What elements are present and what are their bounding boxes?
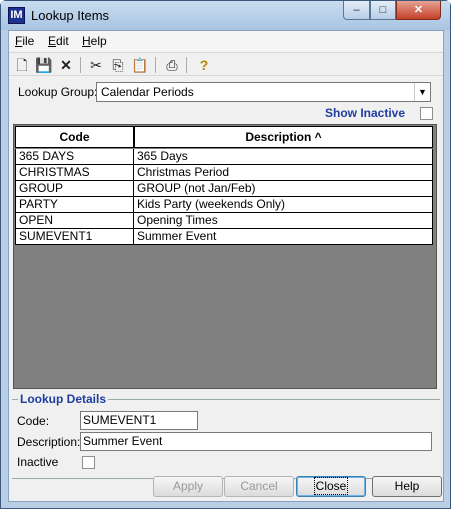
- save-icon[interactable]: 💾: [35, 56, 53, 74]
- description-cell: Opening Times: [134, 213, 433, 229]
- lookup-group-label: Lookup Group:: [18, 85, 98, 99]
- maximize-button[interactable]: □: [370, 1, 396, 20]
- table-row[interactable]: GROUP GROUP (not Jan/Feb): [15, 181, 434, 197]
- code-cell: GROUP: [15, 181, 134, 197]
- help-button[interactable]: Help: [372, 476, 442, 497]
- code-label: Code:: [17, 414, 50, 428]
- table-row[interactable]: PARTY Kids Party (weekends Only): [15, 197, 434, 213]
- code-cell: PARTY: [15, 197, 134, 213]
- table-row[interactable]: OPEN Opening Times: [15, 213, 434, 229]
- code-cell: 365 DAYS: [15, 149, 134, 165]
- minimize-button[interactable]: –: [343, 1, 370, 20]
- code-cell: CHRISTMAS: [15, 165, 134, 181]
- description-field[interactable]: Summer Event: [80, 432, 432, 451]
- paste-icon[interactable]: 📋: [131, 56, 149, 74]
- code-cell: SUMEVENT1: [15, 229, 134, 245]
- menu-file[interactable]: File: [15, 34, 34, 48]
- window-title: Lookup Items: [31, 8, 110, 23]
- code-field[interactable]: SUMEVENT1: [80, 411, 198, 430]
- lookup-group-value: Calendar Periods: [101, 85, 194, 99]
- cancel-button[interactable]: Cancel: [224, 476, 294, 497]
- toolbar-separator: [186, 57, 187, 73]
- chevron-down-icon[interactable]: ▼: [414, 83, 430, 101]
- table-row[interactable]: CHRISTMAS Christmas Period: [15, 165, 434, 181]
- menu-bar: File Edit Help: [9, 31, 443, 51]
- copy-icon[interactable]: ⎘: [109, 56, 127, 74]
- lookup-details-title: Lookup Details: [18, 392, 109, 406]
- close-window-button[interactable]: ✕: [396, 1, 441, 20]
- toolbar-separator: [80, 57, 81, 73]
- table-row[interactable]: 365 DAYS 365 Days: [15, 149, 434, 165]
- toolbar: 🗋 💾 ✕ ✂ ⎘ 📋 ⎙ ?: [9, 52, 443, 76]
- client-area: File Edit Help 🗋 💾 ✕ ✂ ⎘ 📋 ⎙ ? Lookup Gr…: [8, 30, 444, 502]
- delete-icon[interactable]: ✕: [57, 56, 75, 74]
- show-inactive-checkbox[interactable]: [420, 107, 433, 120]
- description-cell: GROUP (not Jan/Feb): [134, 181, 433, 197]
- description-label: Description:: [17, 435, 81, 449]
- description-cell: Kids Party (weekends Only): [134, 197, 433, 213]
- description-cell: Christmas Period: [134, 165, 433, 181]
- inactive-label: Inactive: [17, 455, 59, 469]
- new-icon[interactable]: 🗋: [13, 56, 31, 74]
- inactive-checkbox[interactable]: [82, 456, 95, 469]
- table-row[interactable]: SUMEVENT1 Summer Event: [15, 229, 434, 245]
- app-window: IM Lookup Items – □ ✕ File Edit Help 🗋 💾…: [0, 0, 451, 509]
- column-header-description[interactable]: Description ^: [134, 126, 433, 148]
- menu-edit[interactable]: Edit: [48, 34, 69, 48]
- column-header-code[interactable]: Code: [15, 126, 134, 148]
- app-logo-icon: IM: [8, 7, 25, 24]
- print-icon[interactable]: ⎙: [163, 56, 181, 74]
- code-cell: OPEN: [15, 213, 134, 229]
- apply-button[interactable]: Apply: [153, 476, 223, 497]
- menu-help[interactable]: Help: [82, 34, 107, 48]
- show-inactive-label: Show Inactive: [325, 106, 406, 120]
- lookup-group-select[interactable]: Calendar Periods ▼: [96, 82, 431, 102]
- close-button[interactable]: Close: [296, 476, 366, 497]
- help-icon[interactable]: ?: [195, 56, 213, 74]
- lookup-grid[interactable]: Code Description ^ 365 DAYS 365 Days CHR…: [13, 124, 437, 389]
- cut-icon[interactable]: ✂: [87, 56, 105, 74]
- description-cell: Summer Event: [134, 229, 433, 245]
- toolbar-separator: [155, 57, 156, 73]
- lookup-details-panel: Lookup Details Code: SUMEVENT1 Descripti…: [12, 392, 440, 479]
- description-cell: 365 Days: [134, 149, 433, 165]
